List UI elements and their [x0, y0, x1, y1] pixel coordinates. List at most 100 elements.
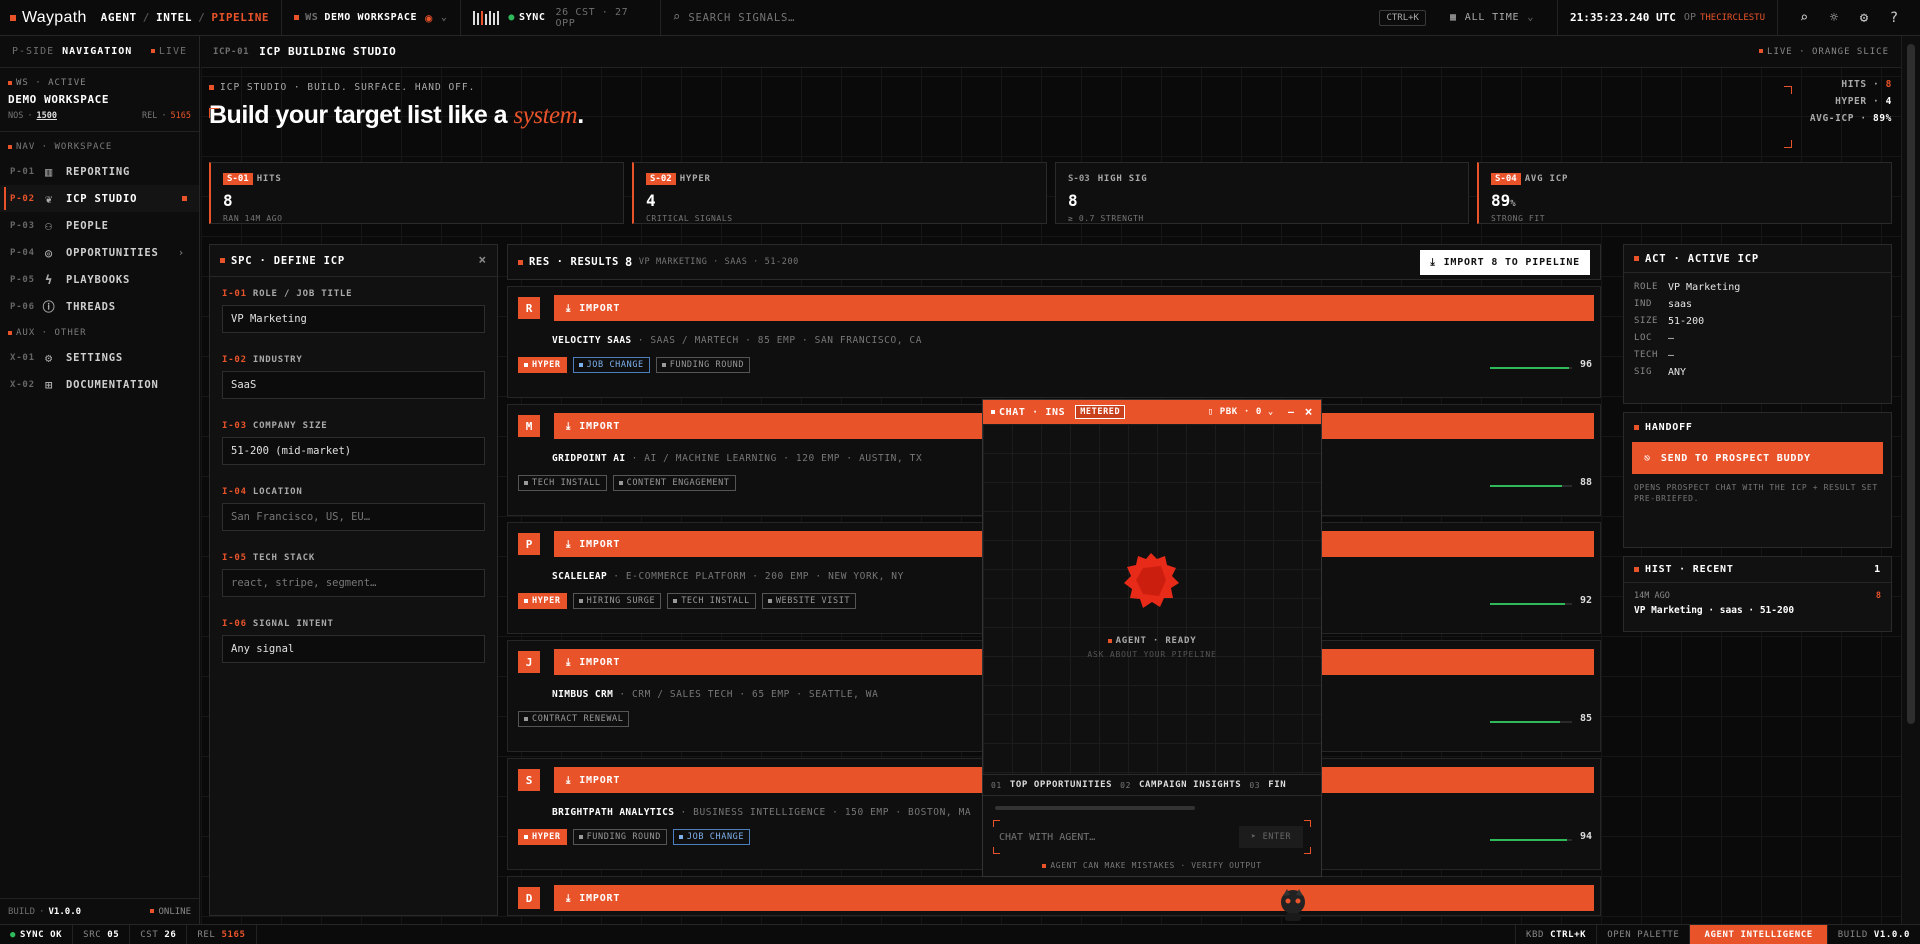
- breadcrumb-intel[interactable]: INTEL: [156, 11, 192, 24]
- industry-input[interactable]: SaaS: [222, 371, 485, 399]
- chat-titlebar[interactable]: CHAT · INS METERED ▯ PBK · 0 ⌄ – ×: [983, 400, 1321, 424]
- tech-stack-input[interactable]: react, stripe, segment…: [222, 569, 485, 597]
- signal-tag[interactable]: JOB CHANGE: [572, 357, 650, 373]
- sidebar-item-people[interactable]: P-03 ⚇ PEOPLE: [0, 212, 199, 239]
- eye-icon[interactable]: ◉: [425, 11, 433, 25]
- agent-intelligence-button[interactable]: AGENT INTELLIGENCE: [1690, 925, 1828, 944]
- signal-tag[interactable]: CONTENT ENGAGEMENT: [612, 475, 736, 491]
- brand-area: Waypath AGENT / INTEL / PIPELINE: [0, 0, 283, 35]
- nav-label: DOCUMENTATION: [66, 378, 159, 391]
- history-query: VP Marketing · saas · 51-200: [1634, 605, 1795, 616]
- download-icon: ⤓: [566, 656, 572, 668]
- signal-tag[interactable]: WEBSITE VISIT: [761, 593, 857, 609]
- sync-ok-label: SYNC OK: [20, 929, 63, 940]
- signal-tag[interactable]: HYPER: [518, 829, 567, 845]
- history-item[interactable]: 14M AGO 8 VP Marketing · saas · 51-200: [1624, 583, 1891, 616]
- import-button[interactable]: ⤓ IMPORT: [554, 885, 1594, 911]
- handoff-icon: ⎋: [1644, 452, 1651, 464]
- company-name[interactable]: VELOCITY SAAS: [552, 335, 632, 346]
- sun-icon[interactable]: ☼: [1820, 4, 1848, 32]
- sidebar-item-documentation[interactable]: X-02 ⊞ DOCUMENTATION: [0, 371, 199, 398]
- location-input[interactable]: San Francisco, US, EU…: [222, 503, 485, 531]
- signal-tag[interactable]: CONTRACT RENEWAL: [518, 711, 630, 727]
- company-name[interactable]: BRIGHTPATH ANALYTICS: [552, 807, 674, 818]
- company-name[interactable]: GRIDPOINT AI: [552, 453, 625, 464]
- download-icon: ⤓: [566, 892, 572, 904]
- rel-value: 5165: [221, 929, 246, 940]
- tag-dot-icon: [618, 481, 623, 485]
- nav-group-aux: AUX · OTHER: [0, 320, 199, 338]
- role-input[interactable]: VP Marketing: [222, 305, 485, 333]
- company-name[interactable]: SCALELEAP: [552, 571, 607, 582]
- search-input[interactable]: [688, 11, 1289, 24]
- chat-input[interactable]: [999, 828, 1229, 846]
- result-card[interactable]: R ⤓ IMPORT VELOCITY SAAS · SAAS / MARTECH ·…: [507, 286, 1601, 398]
- nav-label: THREADS: [66, 300, 116, 313]
- page-scrollbar[interactable]: [1901, 36, 1920, 924]
- minimize-icon[interactable]: –: [1288, 407, 1295, 418]
- help-icon[interactable]: ?: [1880, 4, 1908, 32]
- sidebar-item-settings[interactable]: X-01 ⚙ SETTINGS: [0, 344, 199, 371]
- signal-tag[interactable]: JOB CHANGE: [672, 829, 751, 845]
- import-all-button[interactable]: ⤓ IMPORT 8 TO PIPELINE: [1420, 249, 1590, 275]
- nav-group-label: NAV · WORKSPACE: [16, 142, 113, 152]
- stat-card-hits: S-01 HITS 8 RAN 14M AGO: [209, 162, 624, 224]
- score-bar-fill: [1490, 603, 1566, 605]
- sidebar-item-opportunities[interactable]: P-04 ◎ OPPORTUNITIES ›: [0, 239, 199, 266]
- close-icon[interactable]: ×: [478, 253, 487, 268]
- company-size-input[interactable]: 51-200 (mid-market): [222, 437, 485, 465]
- scrollbar-thumb[interactable]: [1907, 44, 1915, 724]
- company-meta: · BUSINESS INTELLIGENCE · 150 EMP · BOST…: [680, 807, 972, 818]
- nav-code: P-04: [10, 247, 35, 258]
- playbook-select[interactable]: ▯ PBK · 0 ⌄: [1208, 407, 1274, 417]
- stat-label: HITS: [256, 174, 282, 184]
- breadcrumb-agent[interactable]: AGENT: [101, 11, 137, 24]
- active-key: SIZE: [1634, 316, 1659, 326]
- chips-scrollbar[interactable]: [995, 806, 1195, 810]
- history-time: 14M AGO: [1634, 591, 1670, 601]
- chip-fin[interactable]: FIN: [1268, 780, 1286, 790]
- time-range-select[interactable]: ▦ ALL TIME ⌄: [1438, 0, 1558, 35]
- build-info: BUILD V1.0.0: [1828, 925, 1920, 944]
- sidebar-item-reporting[interactable]: P-01 ▥ REPORTING: [0, 158, 199, 185]
- active-key: IND: [1634, 299, 1653, 309]
- logo[interactable]: Waypath: [22, 9, 87, 27]
- send-to-prospect-buddy-button[interactable]: ⎋ SEND TO PROSPECT BUDDY: [1632, 442, 1883, 474]
- field-label: INDUSTRY: [252, 355, 303, 365]
- mascot-icon[interactable]: [1278, 888, 1308, 922]
- import-button[interactable]: ⤓ IMPORT: [554, 295, 1594, 321]
- handoff-panel: HANDOFF ⎋ SEND TO PROSPECT BUDDY OPENS PR…: [1623, 412, 1892, 548]
- chip-top-opportunities[interactable]: TOP OPPORTUNITIES: [1010, 780, 1112, 790]
- close-icon[interactable]: ×: [1305, 405, 1313, 420]
- signal-tag[interactable]: TECH INSTALL: [518, 475, 607, 491]
- send-button[interactable]: ➤ ENTER: [1239, 826, 1303, 848]
- signal-tag[interactable]: HYPER: [518, 357, 567, 373]
- target-icon: ◎: [44, 245, 54, 260]
- signal-tag[interactable]: HYPER: [518, 593, 567, 609]
- sidebar-item-threads[interactable]: P-06 ⓘ THREADS: [0, 293, 199, 320]
- signal-tag[interactable]: FUNDING ROUND: [572, 829, 667, 845]
- time-range-value: ALL TIME: [1464, 12, 1520, 23]
- open-palette-button[interactable]: OPEN PALETTE: [1597, 925, 1691, 944]
- breadcrumb-pipeline[interactable]: PIPELINE: [211, 11, 269, 24]
- download-icon: ⤓: [566, 302, 572, 314]
- sidebar-item-icp-studio[interactable]: P-02 ❦ ICP STUDIO: [0, 185, 199, 212]
- rel-value: 5165: [170, 111, 191, 121]
- workspace-card[interactable]: WS · ACTIVE DEMO WORKSPACE NOS · 1500 REL ·…: [0, 68, 199, 132]
- stat-unit: %: [1510, 199, 1516, 209]
- search-icon[interactable]: ⌕: [1790, 4, 1818, 32]
- gear-icon[interactable]: ⚙: [1850, 4, 1878, 32]
- stat-sub: CRITICAL SIGNALS: [646, 214, 733, 223]
- signal-tag[interactable]: HIRING SURGE: [572, 593, 662, 609]
- signal-tag[interactable]: FUNDING ROUND: [655, 357, 751, 373]
- hero-kicker: ICP STUDIO · BUILD. SURFACE. HAND OFF.: [220, 82, 476, 93]
- operator-name[interactable]: THECIRCLESTU: [1700, 13, 1765, 23]
- sync-indicator[interactable]: ● SYNC 26 CST · 27 OPP: [461, 0, 661, 35]
- sidebar-item-playbooks[interactable]: P-05 ϟ PLAYBOOKS: [0, 266, 199, 293]
- signal-intent-input[interactable]: Any signal: [222, 635, 485, 663]
- result-card[interactable]: D ⤓ IMPORT: [507, 876, 1601, 916]
- signal-tag[interactable]: TECH INSTALL: [667, 593, 756, 609]
- workspace-switcher[interactable]: WS DEMO WORKSPACE ◉ ⌄: [282, 0, 461, 35]
- company-name[interactable]: NIMBUS CRM: [552, 689, 613, 700]
- chip-campaign-insights[interactable]: CAMPAIGN INSIGHTS: [1139, 780, 1241, 790]
